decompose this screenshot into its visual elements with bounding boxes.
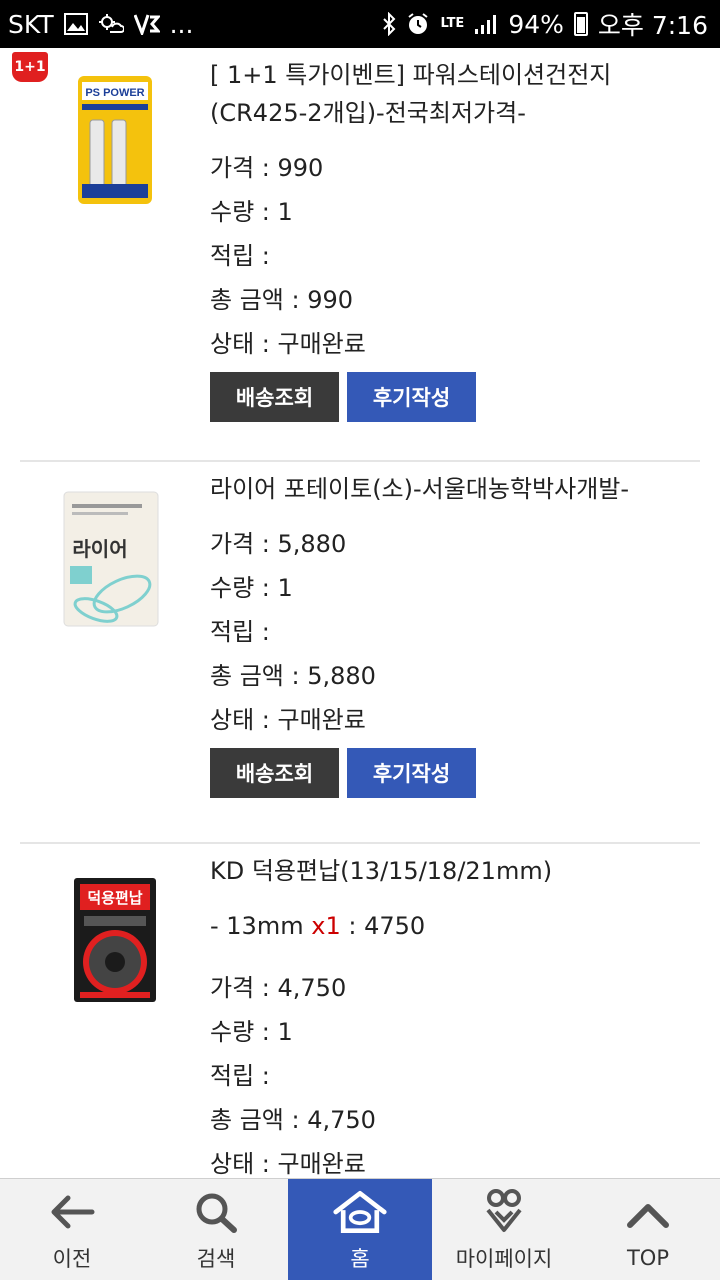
total-line: 총 금액 : 990 [210, 286, 354, 314]
price-line: 가격 : 5,880 [210, 530, 347, 558]
nav-top[interactable]: TOP [576, 1179, 720, 1280]
home-icon [332, 1187, 388, 1237]
one-plus-one-badge: 1+1 [12, 52, 48, 82]
option-size: - 13mm [210, 912, 304, 940]
price-line: 가격 : 4,750 [210, 974, 347, 1002]
product-image-battery[interactable]: PS POWER [60, 72, 170, 212]
battery-icon [573, 12, 588, 36]
quantity-line: 수량 : 1 [210, 1018, 293, 1046]
product-image-lead[interactable]: 덕용편납 [60, 874, 170, 1014]
order-item: 덕용편납 KD 덕용편납(13/15/18/21mm) - 13mm x1 : … [20, 844, 700, 1178]
battery-percent: 94% [508, 9, 564, 39]
product-brand-text: 라이어 [72, 537, 127, 561]
quantity-line: 수량 : 1 [210, 574, 293, 602]
option-line: - 13mm x1 : 4750 [210, 904, 690, 948]
price-line: 가격 : 990 [210, 154, 324, 182]
shipping-tracking-button[interactable]: 배송조회 [210, 372, 339, 422]
write-review-button[interactable]: 후기작성 [347, 748, 476, 798]
arrow-left-icon [44, 1187, 100, 1237]
shipping-tracking-button[interactable]: 배송조회 [210, 748, 339, 798]
order-list: 1+1 PS POWER [ 1+1 특가이벤트] 파워스테이션건전지(CR42… [0, 48, 720, 1178]
order-item: 라이어 라이어 포테이토(소)-서울대농학박사개발- 가격 : 5,880 수량… [20, 462, 700, 844]
bottom-navigation: 이전 검색 홈 마이페이지 TOP [0, 1178, 720, 1280]
mypage-icon [476, 1187, 532, 1237]
total-line: 총 금액 : 5,880 [210, 662, 376, 690]
points-line: 적립 : [210, 242, 270, 270]
status-line: 상태 : 구매완료 [210, 330, 366, 358]
more-notifications: ... [169, 9, 194, 39]
quantity-line: 수량 : 1 [210, 198, 293, 226]
chevron-up-icon [620, 1190, 676, 1240]
nav-top-label: TOP [626, 1245, 670, 1270]
product-brand-text: 덕용편납 [87, 889, 142, 907]
product-image-potato[interactable]: 라이어 [60, 490, 170, 630]
status-line: 상태 : 구매완료 [210, 706, 366, 734]
points-line: 적립 : [210, 618, 270, 646]
search-icon [188, 1187, 244, 1237]
points-line: 적립 : [210, 1062, 270, 1090]
status-line: 상태 : 구매완료 [210, 1150, 366, 1178]
lte-indicator: LTE [440, 16, 465, 31]
clock: 오후 7:16 [597, 11, 708, 40]
weather-icon [98, 13, 124, 35]
v3-app-icon [133, 13, 160, 35]
nav-mypage[interactable]: 마이페이지 [432, 1179, 576, 1280]
order-details: [ 1+1 특가이벤트] 파워스테이션건전지(CR425-2개입)-전국최저가격… [210, 56, 690, 422]
nav-search-label: 검색 [196, 1246, 236, 1271]
gallery-icon [63, 13, 88, 35]
nav-home[interactable]: 홈 [288, 1179, 432, 1280]
option-quantity: x1 [311, 912, 341, 940]
order-details: KD 덕용편납(13/15/18/21mm) - 13mm x1 : 4750 … [210, 852, 690, 1178]
product-title[interactable]: KD 덕용편납(13/15/18/21mm) [210, 852, 690, 890]
product-title[interactable]: 라이어 포테이토(소)-서울대농학박사개발- [210, 470, 690, 508]
nav-search[interactable]: 검색 [144, 1179, 288, 1280]
total-line: 총 금액 : 4,750 [210, 1106, 376, 1134]
write-review-button[interactable]: 후기작성 [347, 372, 476, 422]
carrier-label: SKT [8, 9, 54, 39]
order-details: 라이어 포테이토(소)-서울대농학박사개발- 가격 : 5,880 수량 : 1… [210, 470, 690, 798]
nav-home-label: 홈 [350, 1246, 370, 1271]
option-price: : 4750 [348, 912, 426, 940]
nav-back[interactable]: 이전 [0, 1179, 144, 1280]
nav-mypage-label: 마이페이지 [455, 1246, 553, 1271]
bluetooth-icon [382, 12, 396, 36]
status-bar: SKT ... LTE 94% 오후 7:16 [0, 0, 720, 48]
alarm-icon [406, 12, 430, 36]
order-item: 1+1 PS POWER [ 1+1 특가이벤트] 파워스테이션건전지(CR42… [12, 48, 700, 462]
product-title[interactable]: [ 1+1 특가이벤트] 파워스테이션건전지(CR425-2개입)-전국최저가격… [210, 56, 690, 132]
signal-icon [474, 13, 498, 35]
nav-back-label: 이전 [52, 1246, 92, 1271]
product-brand-text: PS POWER [85, 87, 144, 99]
